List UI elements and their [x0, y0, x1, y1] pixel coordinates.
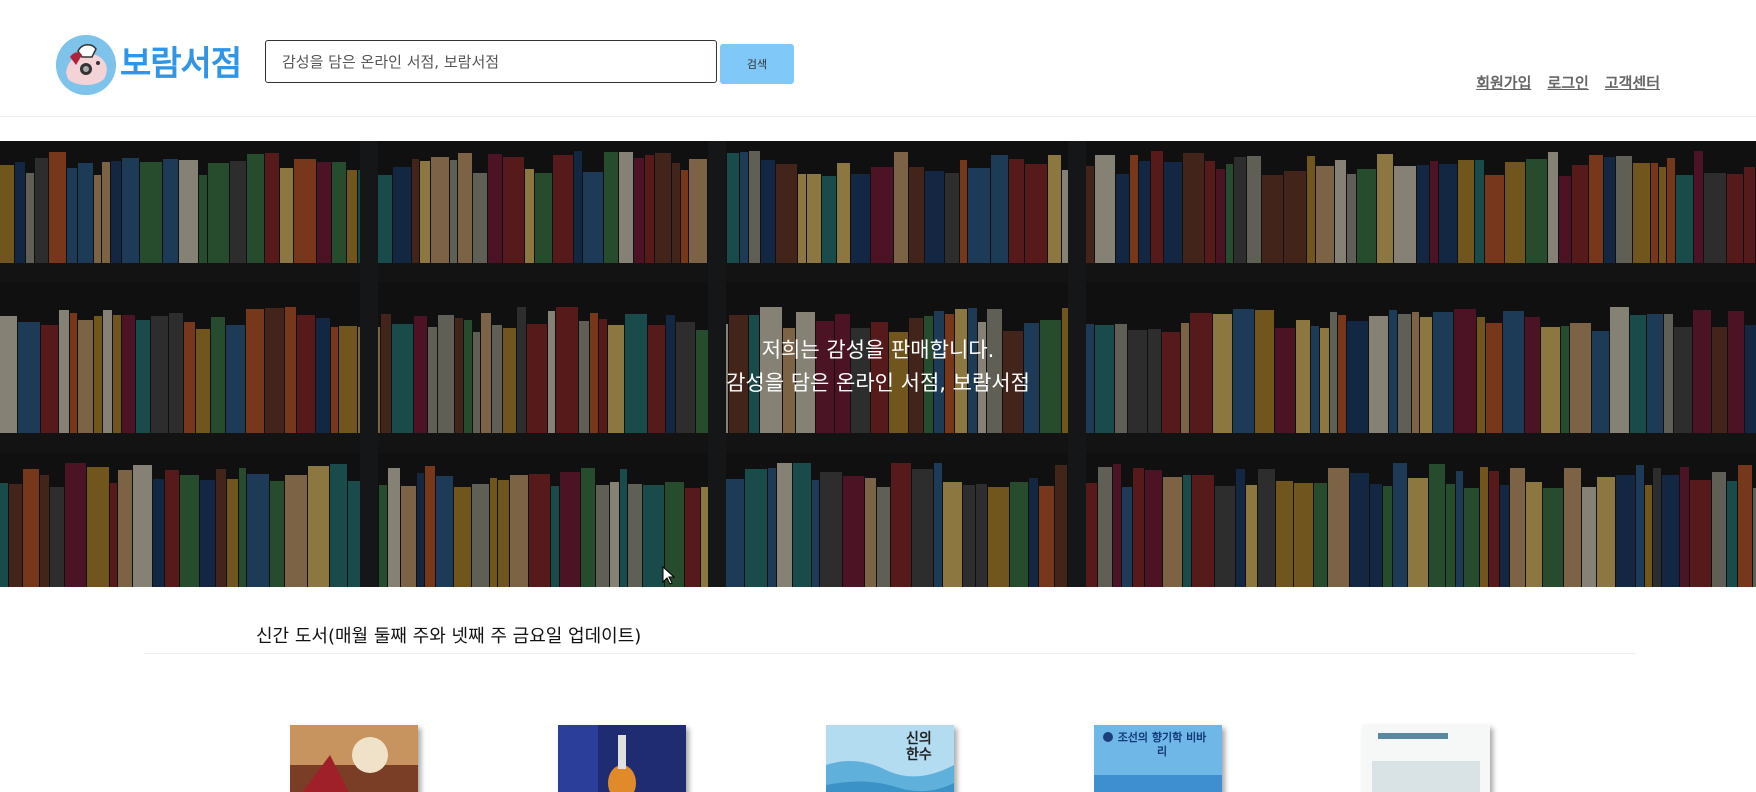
- book-cover-art: [1362, 725, 1490, 792]
- hero-line-1: 저희는 감성을 판매합니다.: [761, 338, 995, 362]
- search-button[interactable]: 검색: [720, 44, 794, 84]
- section-divider: [144, 653, 1635, 654]
- book-cover[interactable]: [558, 725, 686, 792]
- book-title: 조선의 향기학 비바리: [1117, 731, 1207, 758]
- logo-icon[interactable]: [56, 35, 116, 95]
- book-cover-art: [290, 725, 418, 792]
- book-title: 신의 한수: [906, 731, 932, 763]
- hero-line-2: 감성을 담은 온라인 서점, 보람서점: [726, 371, 1030, 395]
- book-cover[interactable]: 조선의 향기학 비바리: [1094, 725, 1222, 792]
- site-header: 보람서점 검색 회원가입 로그인 고객센터: [0, 0, 1756, 117]
- mouse-cursor-icon: [662, 566, 676, 585]
- book-cover-art: [558, 725, 686, 792]
- signup-link[interactable]: 회원가입: [1476, 72, 1531, 93]
- book-cover[interactable]: 신의 한수: [826, 725, 954, 792]
- new-books-list: 신의 한수 조선의 향기학 비바리: [0, 725, 1756, 792]
- login-link[interactable]: 로그인: [1547, 72, 1588, 93]
- site-title[interactable]: 보람서점: [120, 36, 242, 85]
- account-links: 회원가입 로그인 고객센터: [1476, 72, 1660, 93]
- search-input[interactable]: [265, 40, 717, 83]
- book-cover[interactable]: [290, 725, 418, 792]
- customer-center-link[interactable]: 고객센터: [1605, 72, 1660, 93]
- hero-caption: 저희는 감성을 판매합니다. 감성을 담은 온라인 서점, 보람서점: [0, 334, 1756, 400]
- hero-banner: 저희는 감성을 판매합니다. 감성을 담은 온라인 서점, 보람서점: [0, 141, 1756, 587]
- book-cover[interactable]: [1362, 725, 1490, 792]
- new-books-heading: 신간 도서(매월 둘째 주와 넷째 주 금요일 업데이트): [256, 626, 642, 647]
